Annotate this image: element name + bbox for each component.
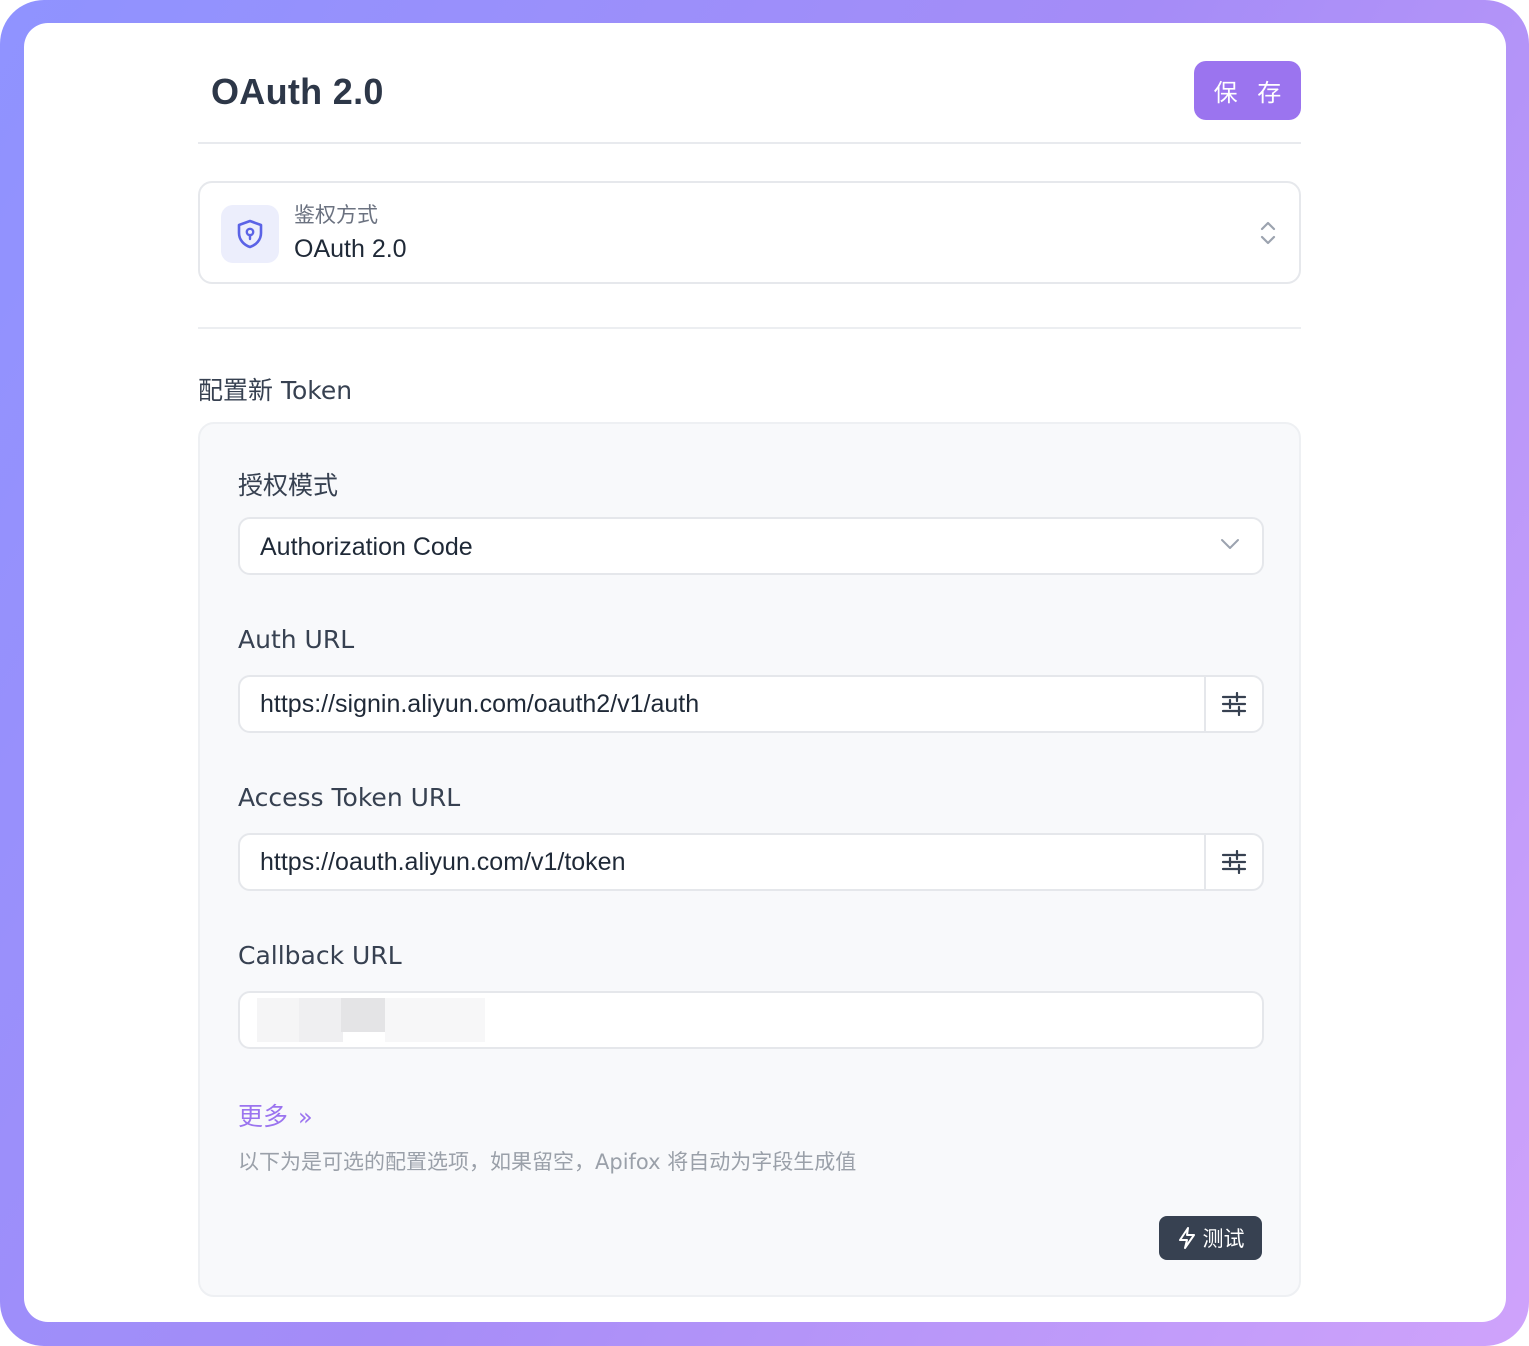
- more-options-link[interactable]: 更多 »: [238, 1097, 313, 1133]
- auth-url-input[interactable]: [240, 677, 1206, 731]
- test-label: 测试: [1202, 1227, 1245, 1251]
- grant-type-value: Authorization Code: [260, 533, 473, 561]
- access-token-url-input[interactable]: [240, 835, 1206, 889]
- auth-url-field: [238, 675, 1264, 733]
- sliders-icon: [1221, 692, 1247, 716]
- callback-url-field: [238, 991, 1264, 1049]
- auth-method-value: OAuth 2.0: [294, 235, 407, 263]
- double-chevron-right-icon: »: [298, 1103, 313, 1131]
- auth-url-label: Auth URL: [238, 625, 355, 654]
- grant-type-select[interactable]: Authorization Code: [238, 517, 1264, 575]
- page-title: OAuth 2.0: [211, 71, 384, 112]
- grant-type-label: 授权模式: [238, 471, 339, 500]
- callback-url-label: Callback URL: [238, 941, 402, 970]
- auth-url-settings-button[interactable]: [1204, 677, 1262, 731]
- access-token-url-settings-button[interactable]: [1204, 835, 1262, 889]
- access-token-url-label: Access Token URL: [238, 783, 461, 812]
- optional-hint: 以下为是可选的配置选项，如果留空，Apifox 将自动为字段生成值: [238, 1150, 857, 1174]
- save-button[interactable]: 保 存: [1194, 61, 1301, 120]
- settings-card: OAuth 2.0 保 存 鉴权方式 OAuth 2.0 配置新 Token 授…: [24, 23, 1506, 1322]
- page-header: OAuth 2.0 保 存: [198, 61, 1301, 144]
- divider: [198, 327, 1301, 329]
- more-label: 更多: [238, 1102, 289, 1131]
- lightning-icon: [1178, 1227, 1195, 1249]
- sliders-icon: [1221, 850, 1247, 874]
- section-title: 配置新 Token: [198, 376, 353, 405]
- chevron-down-icon: [1220, 537, 1240, 556]
- token-config-panel: 授权模式 Authorization Code Auth URL https:/…: [198, 422, 1301, 1297]
- auth-method-select[interactable]: 鉴权方式 OAuth 2.0: [198, 181, 1301, 284]
- access-token-url-field: [238, 833, 1264, 891]
- shield-icon: [221, 205, 279, 263]
- test-button[interactable]: 测试: [1159, 1216, 1262, 1260]
- callback-url-input[interactable]: [240, 993, 1260, 1047]
- updown-chevron-icon: [1259, 219, 1277, 252]
- auth-method-label: 鉴权方式: [294, 203, 378, 227]
